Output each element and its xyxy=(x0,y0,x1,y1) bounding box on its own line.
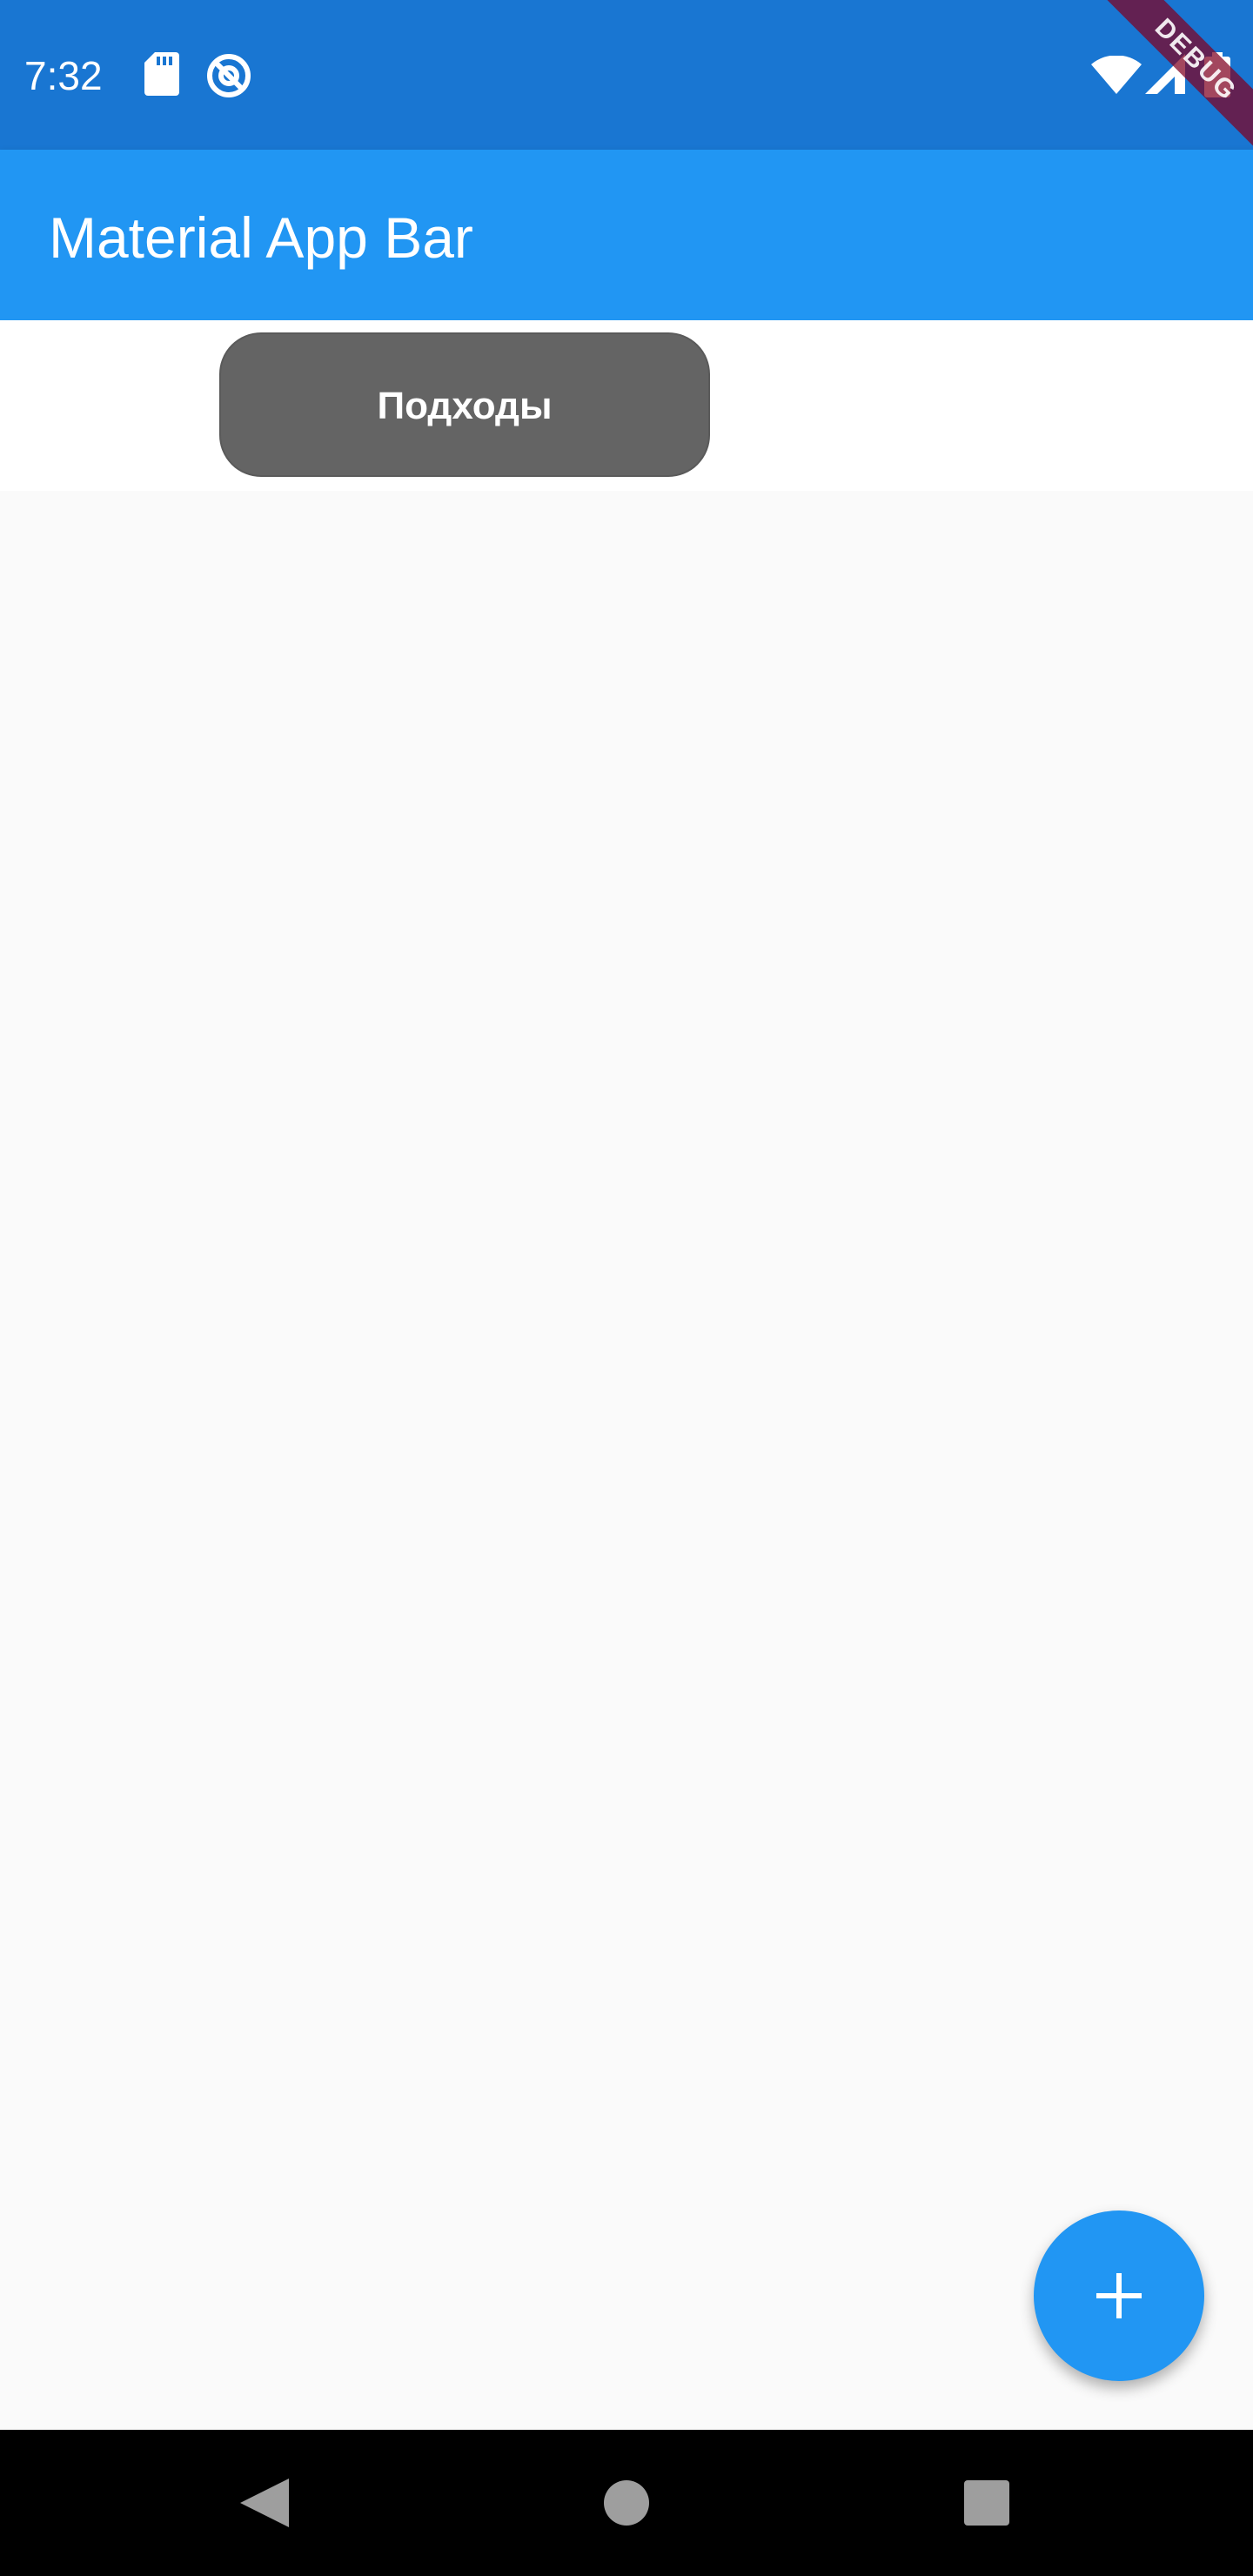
sd-card-icon xyxy=(144,52,186,99)
back-button[interactable] xyxy=(223,2463,303,2543)
app-screen: 7:32 DEBUG Material App Bar Подходы xyxy=(0,0,1253,2576)
status-bar: 7:32 DEBUG xyxy=(0,0,1253,155)
button-strip: Подходы xyxy=(0,320,1253,491)
wifi-icon xyxy=(1091,55,1142,98)
plus-icon xyxy=(1096,2273,1142,2318)
system-nav-bar xyxy=(0,2430,1253,2576)
status-time: 7:32 xyxy=(24,53,103,98)
home-icon xyxy=(604,2480,649,2526)
page-title: Material App Bar xyxy=(49,205,473,270)
battery-icon xyxy=(1204,52,1230,102)
add-button[interactable] xyxy=(1034,2210,1204,2381)
recents-button[interactable] xyxy=(947,2463,1027,2543)
back-icon xyxy=(240,2479,289,2527)
home-button[interactable] xyxy=(586,2463,667,2543)
cellular-signal-icon xyxy=(1145,54,1185,98)
recents-icon xyxy=(964,2480,1009,2526)
approaches-button[interactable]: Подходы xyxy=(219,332,710,477)
do-not-disturb-icon xyxy=(205,52,251,99)
app-bar: Material App Bar xyxy=(0,150,1253,320)
